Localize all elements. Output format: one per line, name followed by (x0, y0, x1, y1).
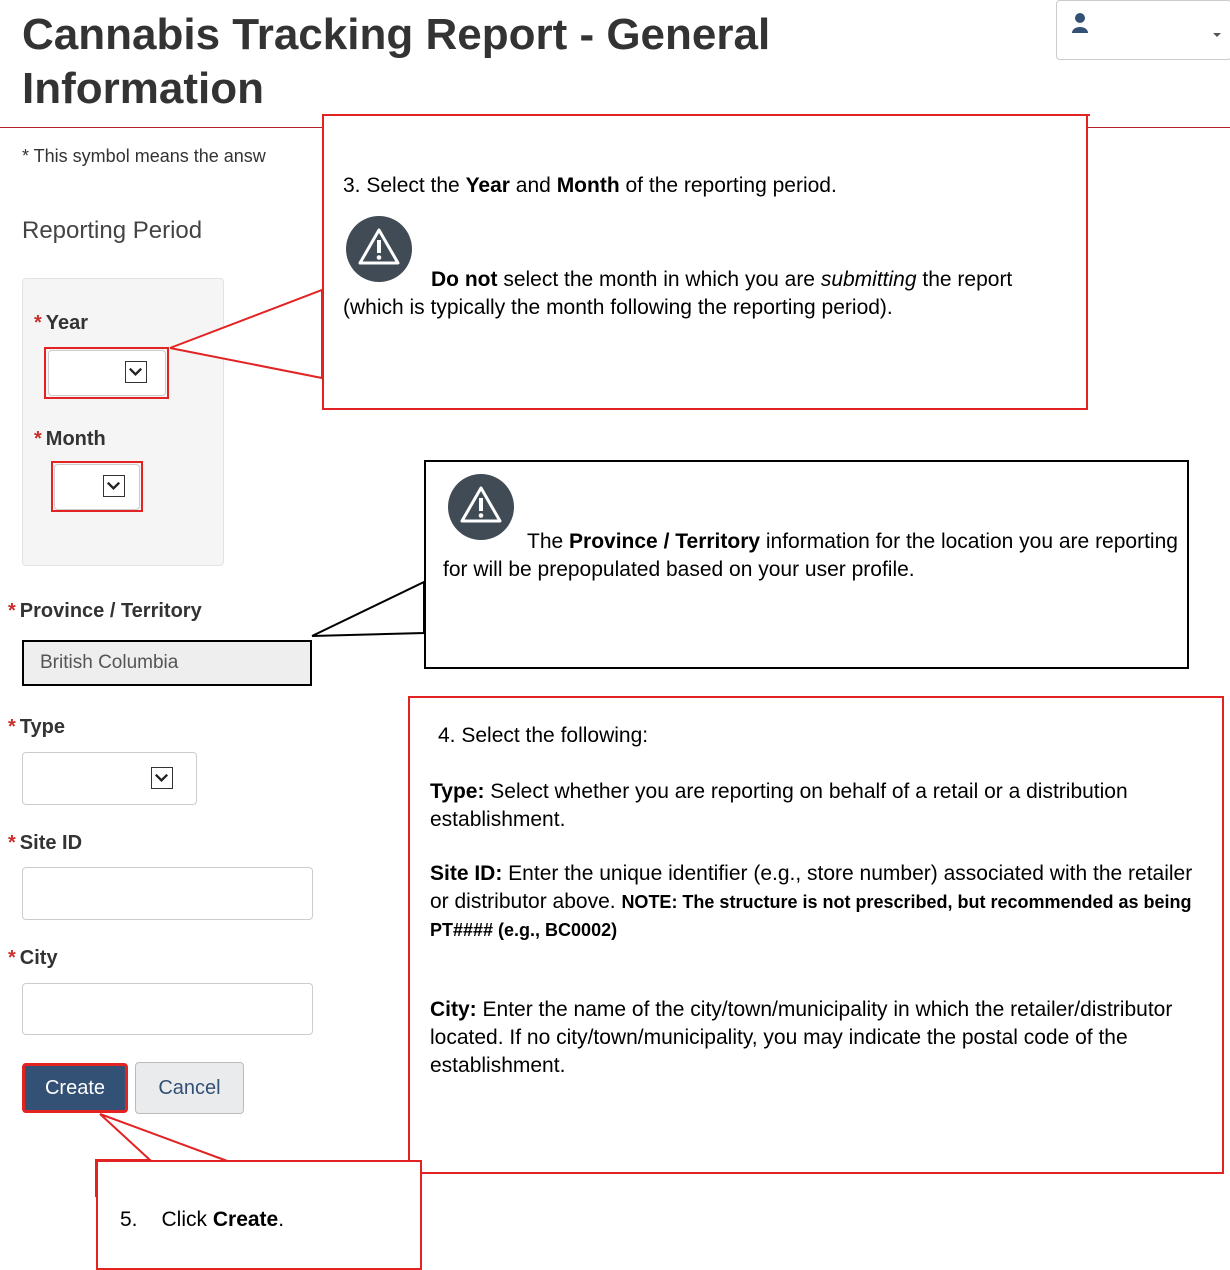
callout-step-4-type: Type: Select whether you are reporting o… (430, 780, 1128, 831)
callout-step-4-heading: 4. Select the following: (438, 724, 649, 747)
callout-step-3-warning: Do not select the month in which you are… (343, 268, 1013, 319)
callout-province-text: The Province / Territory information for… (443, 530, 1178, 581)
callout-step-4-city: City: Enter the name of the city/town/mu… (430, 998, 1173, 1077)
callout-step-3-text: 3. Select the Year and Month of the repo… (343, 174, 837, 197)
callout-province: The Province / Territory information for… (424, 460, 1189, 669)
callout-step-3: 3. Select the Year and Month of the repo… (322, 114, 1090, 410)
callout-step-5: 5. Click Create. (96, 1160, 422, 1270)
callout-step-4-site-id: Site ID: Enter the unique identifier (e.… (430, 862, 1193, 940)
callout-step-5-text: 5. Click Create. (120, 1208, 285, 1231)
callout-step-4: 4. Select the following: Type: Select wh… (408, 696, 1224, 1174)
